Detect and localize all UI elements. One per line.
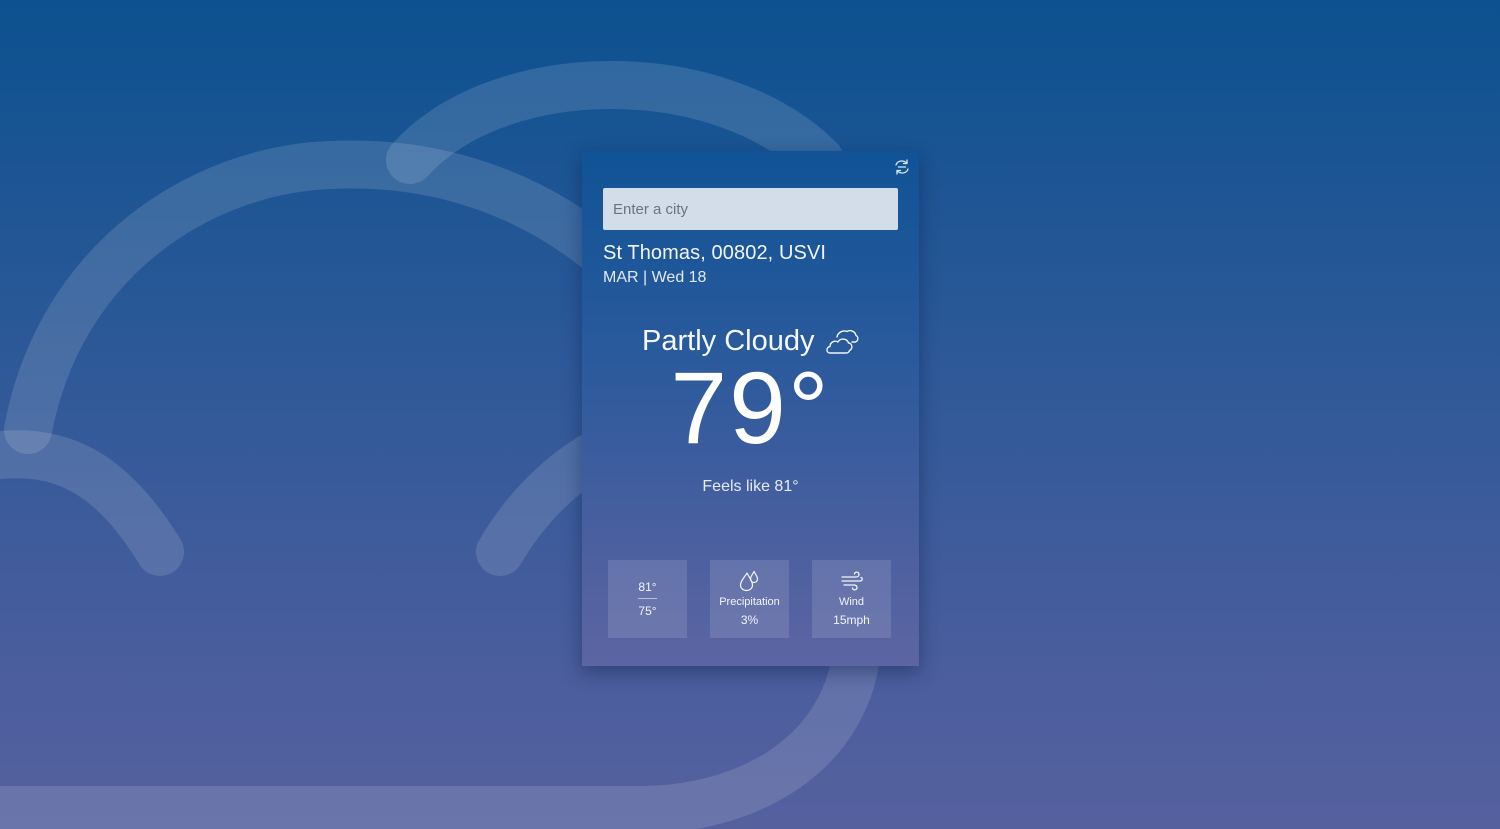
high-low-divider — [638, 598, 657, 599]
feels-like: Feels like 81° — [702, 478, 799, 495]
low-temperature: 75° — [638, 604, 657, 618]
current-temperature: 79° — [670, 351, 831, 465]
high-temperature: 81° — [638, 580, 657, 594]
location-name: St Thomas, 00802, USVI — [603, 242, 827, 264]
refresh-icon[interactable] — [892, 157, 912, 177]
precipitation-tile: Precipitation 3% — [710, 560, 789, 638]
wind-value: 15mph — [833, 613, 870, 627]
wind-tile: Wind 15mph — [812, 560, 891, 638]
wind-label: Wind — [838, 596, 865, 608]
current-date: MAR | Wed 18 — [603, 269, 707, 286]
weather-card: St Thomas, 00802, USVI MAR | Wed 18 Part… — [582, 151, 919, 666]
precipitation-label: Precipitation — [719, 596, 780, 608]
city-search-input[interactable] — [603, 188, 898, 230]
wind-icon — [841, 571, 863, 591]
raindrops-icon — [739, 570, 759, 592]
high-low-tile: 81° 75° — [608, 560, 687, 638]
precipitation-value: 3% — [740, 613, 759, 627]
